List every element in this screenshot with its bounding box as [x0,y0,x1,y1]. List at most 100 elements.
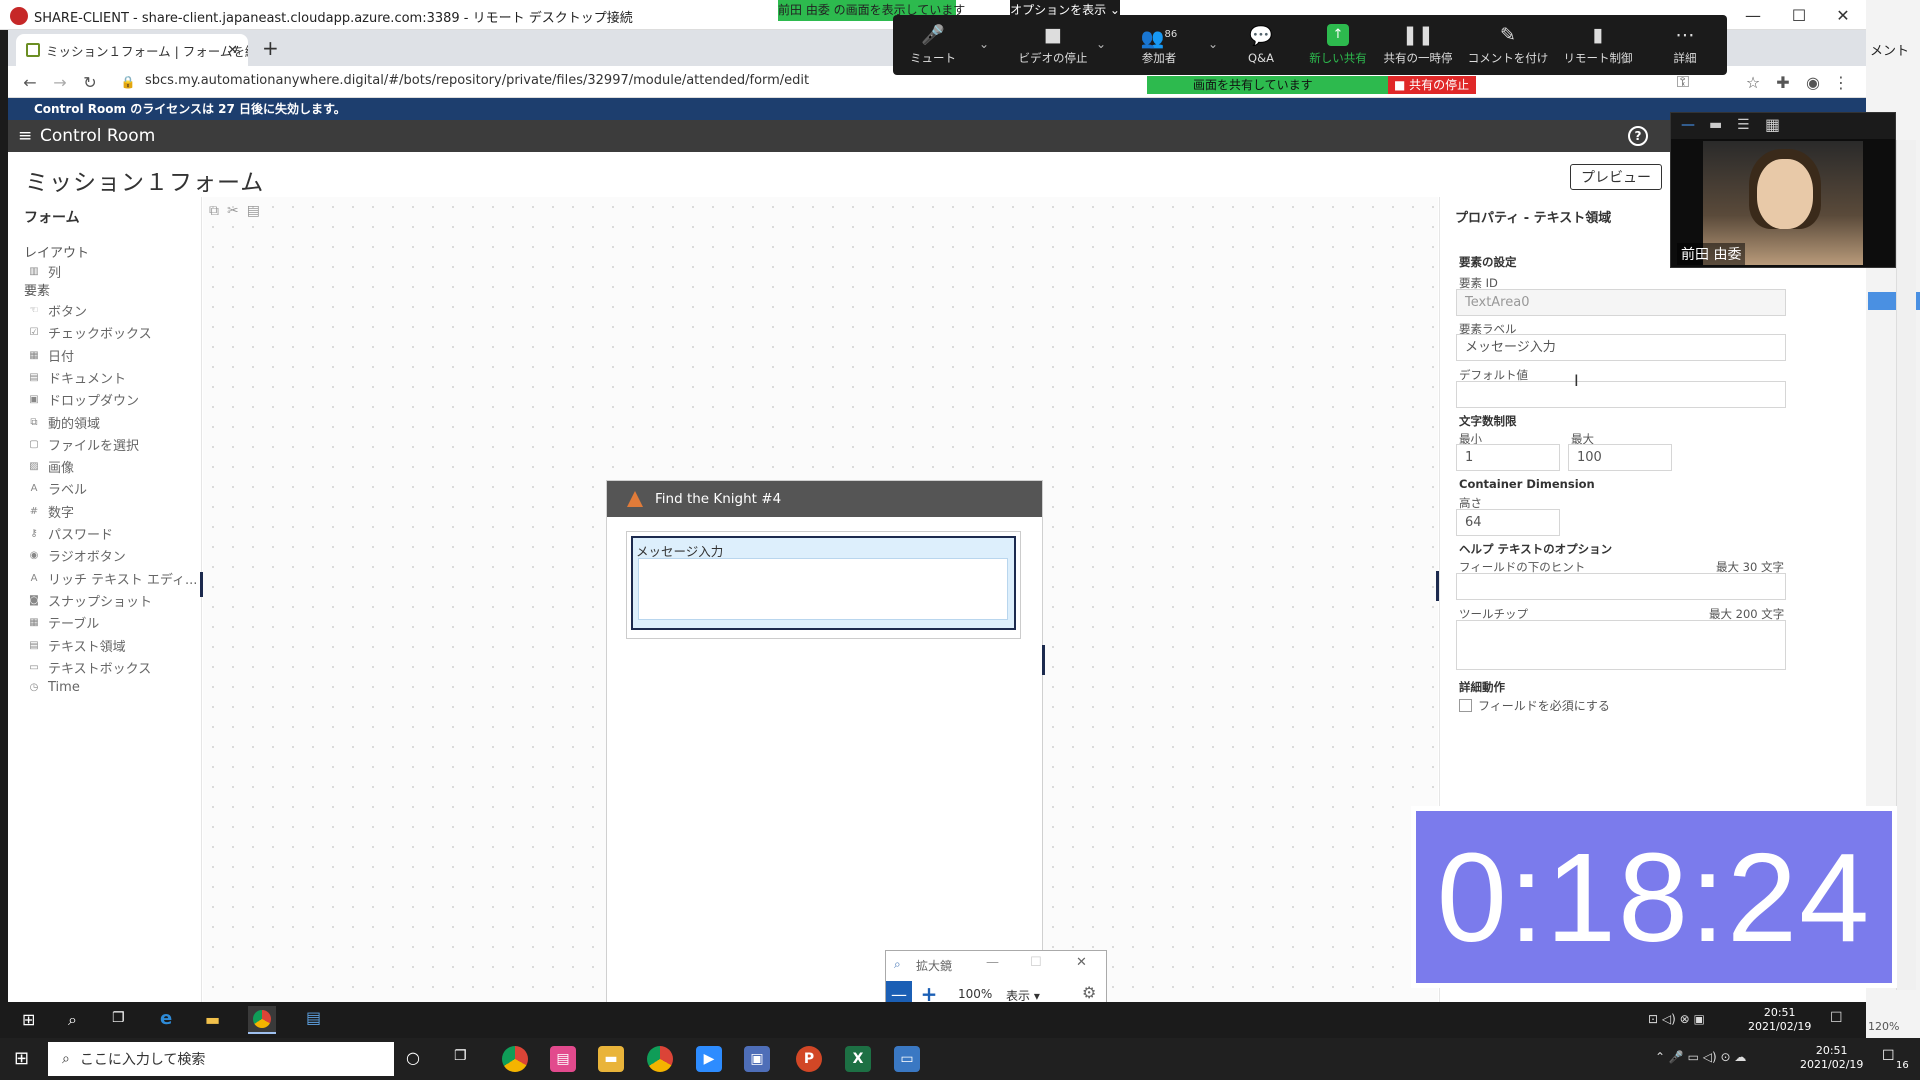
palette-item[interactable]: ◙ スナップショット [28,591,152,610]
magnifier-settings-icon[interactable]: ⚙ [1082,983,1096,1002]
form-canvas[interactable]: ⧉✂▤ Find the Knight #4 メッセージ入力 [203,197,1438,1059]
video-caret-icon[interactable]: ⌄ [1096,37,1106,51]
browser-tab-active[interactable]: ミッション１フォーム | フォームを編集 | ✕ [16,34,248,66]
help-icon[interactable]: ? [1628,126,1648,146]
required-checkbox[interactable] [1459,699,1472,712]
participants-button[interactable]: 👥86 参加者 [1119,15,1199,75]
chrome-menu-icon[interactable]: ⋮ [1831,72,1851,92]
new-tab-button[interactable]: + [262,36,279,60]
qa-button[interactable]: 💬 Q&A [1221,15,1301,75]
powerpoint-icon[interactable]: P [796,1046,822,1072]
tooltip-textarea[interactable] [1456,620,1786,670]
remote-chrome-icon[interactable] [248,1006,276,1034]
stop-share-button[interactable]: ■ 共有の停止 [1388,76,1476,94]
file-explorer-icon[interactable]: ▬ [598,1046,624,1072]
single-view-icon[interactable]: ▬ [1709,117,1722,133]
rdp-maximize-button[interactable]: ☐ [1776,0,1822,30]
palette-item[interactable]: ▦ 日付 [28,346,74,365]
hamburger-menu-icon[interactable]: ≡ [18,126,32,146]
key-icon[interactable]: ⚿ [1673,72,1693,92]
rdp-window-icon[interactable]: ▭ [894,1046,920,1072]
palette-item[interactable]: A リッチ テキスト エディ... [28,569,198,588]
default-value-input[interactable] [1456,381,1786,408]
participants-caret-icon[interactable]: ⌄ [1208,37,1218,51]
palette-item[interactable]: ▦ テーブル [28,613,99,632]
url-field[interactable]: sbcs.my.automationanywhere.digital/#/bot… [145,73,809,88]
star-icon[interactable]: ☆ [1743,72,1763,92]
action-center-icon[interactable]: ☐ [1882,1048,1895,1064]
rdp-close-button[interactable]: ✕ [1820,0,1866,30]
textarea-field[interactable] [638,558,1008,620]
pause-share-button[interactable]: ❚❚ 共有の一時停 [1378,15,1458,75]
windows-start-icon[interactable]: ⊞ [14,1048,29,1069]
taskview-icon[interactable]: ❐ [454,1048,467,1064]
remote-control-button[interactable]: ▮ リモート制御 [1558,15,1638,75]
palette-item[interactable]: ☜ ボタン [28,301,88,320]
remote-search-icon[interactable]: ⌕ [68,1010,77,1030]
cortana-icon[interactable]: ○ [406,1048,420,1067]
palette-item[interactable]: # 数字 [28,502,74,521]
form-width-handle[interactable] [1042,645,1045,675]
speaker-video[interactable]: — ▬ ☰ ▦ 前田 由委 [1670,112,1896,268]
palette-item[interactable]: ▢ ファイルを選択 [28,435,139,454]
palette-item[interactable]: ⚷ パスワード [28,524,113,543]
video-stop-button[interactable]: ■ ビデオの停止 [1005,15,1101,75]
magnifier-close-icon[interactable]: ✕ [1076,955,1087,970]
mute-button[interactable]: 🎤 ミュート [893,15,973,75]
canvas-toolbar[interactable]: ⧉✂▤ [209,203,268,219]
palette-item-label: チェックボックス [48,327,152,343]
remote-desktop-icon[interactable]: ▣ [744,1046,770,1072]
palette-item[interactable]: ▤ テキスト領域 [28,636,125,655]
remote-notifications-icon[interactable]: ☐ [1830,1010,1843,1026]
height-input[interactable]: 64 [1456,509,1560,536]
excel-icon[interactable]: X [845,1046,871,1072]
taskbar-search-box[interactable]: ⌕ ここに入力して検索 [48,1042,394,1076]
chrome-icon[interactable] [502,1046,528,1072]
more-button[interactable]: ⋯ 詳細 [1645,15,1725,75]
annotate-button[interactable]: ✎ コメントを付け [1463,15,1553,75]
tab-close-icon[interactable]: ✕ [227,43,238,58]
palette-item[interactable]: ☑ チェックボックス [28,323,152,342]
remote-explorer-icon[interactable]: ▬ [205,1010,220,1029]
palette-item[interactable]: ⧉ 動的領域 [28,413,100,432]
forward-arrow-icon[interactable]: → [50,72,70,92]
palette-item[interactable]: A ラベル [28,479,87,498]
palette-item[interactable]: ▭ テキストボックス [28,658,151,677]
palette-item[interactable]: ◉ ラジオボタン [28,546,126,565]
list-view-icon[interactable]: ☰ [1737,117,1750,133]
palette-item[interactable]: ▤ ドキュメント [28,368,126,387]
preview-button[interactable]: プレビュー [1570,164,1662,190]
palette-item[interactable]: ◷ Time [28,680,80,695]
chrome-profile-icon[interactable] [647,1046,673,1072]
minimize-video-icon[interactable]: — [1681,117,1695,133]
max-input[interactable]: 100 [1568,444,1672,471]
profile-icon[interactable]: ◉ [1803,72,1823,92]
outer-scrollbar[interactable] [1896,140,1916,990]
notes-app-icon[interactable]: ▤ [550,1046,576,1072]
palette-item[interactable]: ▨ 画像 [28,457,74,476]
remote-app-icon[interactable]: ▤ [306,1008,321,1027]
palette-item[interactable]: ▣ ドロップダウン [28,390,139,409]
palette-item-label: ドキュメント [48,371,127,387]
hint-input[interactable] [1456,573,1786,600]
magnifier-minimize-icon[interactable]: — [986,955,999,970]
new-share-button[interactable]: ↑ 新しい共有 [1298,15,1378,75]
textarea-element-selected[interactable]: メッセージ入力 [631,536,1016,630]
element-label-input[interactable]: メッセージ入力 [1456,334,1786,361]
required-field-row[interactable]: フィールドを必須にする [1459,697,1610,714]
remote-edge-icon[interactable]: e [160,1008,172,1029]
extensions-icon[interactable]: ✚ [1773,72,1793,92]
remote-windows-start-icon[interactable]: ⊞ [22,1010,35,1029]
magnifier-maximize-icon[interactable]: ☐ [1030,955,1042,970]
remote-taskview-icon[interactable]: ❐ [112,1010,125,1026]
zoom-app-icon[interactable]: ▶ [696,1046,722,1072]
back-arrow-icon[interactable]: ← [20,72,40,92]
palette-item-column[interactable]: ▥ 列 [28,262,61,281]
container-dimension-heading: Container Dimension [1459,477,1595,491]
min-input[interactable]: 1 [1456,444,1560,471]
reload-icon[interactable]: ↻ [80,72,100,92]
mute-caret-icon[interactable]: ⌄ [979,37,989,51]
gallery-view-icon[interactable]: ▦ [1765,115,1780,134]
rdp-minimize-button[interactable]: — [1730,0,1776,30]
textarea-element-container[interactable]: メッセージ入力 [626,531,1021,639]
